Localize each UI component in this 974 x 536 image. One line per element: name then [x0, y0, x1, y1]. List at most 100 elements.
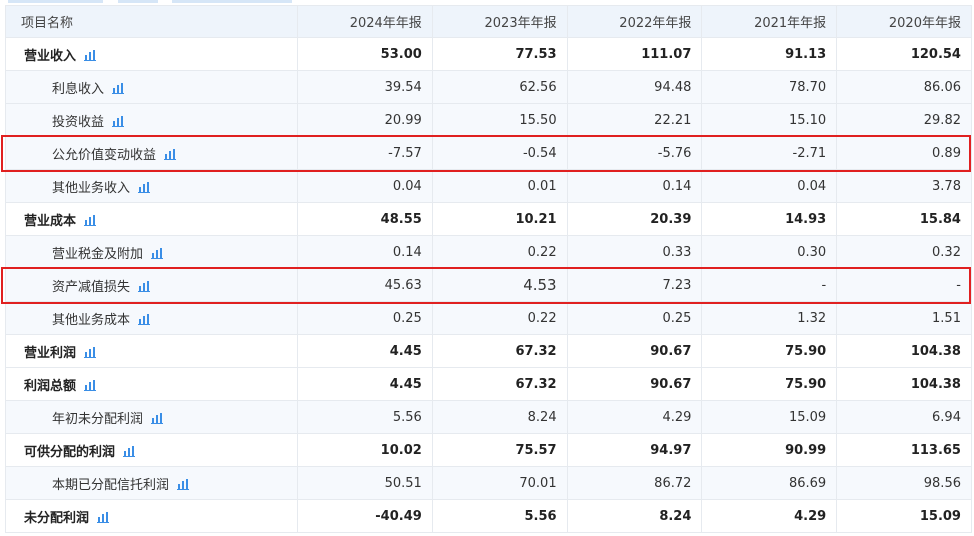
value-cell: 77.53	[431, 37, 568, 71]
value-cell: 4.45	[297, 334, 433, 368]
value-cell: 0.25	[297, 301, 433, 335]
value-cell: 0.01	[431, 169, 568, 203]
value-cell: 14.93	[701, 202, 838, 236]
table-body: 营业收入 53.00 77.53 111.07 91.13 120.54 利息收入 39.54…	[5, 37, 972, 533]
row-label: 未分配利润	[24, 510, 90, 526]
bar-chart-icon[interactable]	[177, 478, 190, 490]
column-header-year: 2022年年报	[566, 5, 703, 38]
bar-chart-icon[interactable]	[84, 214, 97, 226]
value-cell: 0.89	[836, 136, 972, 170]
row-label-cell: 本期已分配信托利润	[5, 466, 298, 500]
tab-underline	[8, 0, 103, 3]
bar-chart-icon[interactable]	[151, 247, 164, 259]
value-cell: 0.22	[431, 235, 568, 269]
table-header-row: 项目名称 2024年年报 2023年年报 2022年年报 2021年年报 2020年年报	[5, 5, 972, 38]
value-cell: 0.22	[431, 301, 568, 335]
value-cell: 104.38	[836, 367, 972, 401]
value-cell: -5.76	[566, 136, 703, 170]
value-cell: 6.94	[836, 400, 972, 434]
table-row: 未分配利润 -40.49 5.56 8.24 4.29 15.09	[5, 499, 972, 533]
table-row: 营业收入 53.00 77.53 111.07 91.13 120.54	[5, 37, 972, 71]
row-label: 其他业务收入	[52, 180, 131, 196]
value-cell: 67.32	[431, 334, 568, 368]
row-label-cell: 未分配利润	[5, 499, 298, 533]
value-cell: 0.32	[836, 235, 972, 269]
bar-chart-icon[interactable]	[112, 115, 125, 127]
value-cell: 86.72	[566, 466, 703, 500]
value-cell: 104.38	[836, 334, 972, 368]
row-label-cell: 营业收入	[5, 37, 298, 71]
value-cell: 5.56	[431, 499, 568, 533]
table-row: 可供分配的利润 10.02 75.57 94.97 90.99 113.65	[5, 433, 972, 467]
value-cell: 45.63	[297, 268, 433, 302]
bar-chart-icon[interactable]	[84, 49, 97, 61]
value-cell: 4.45	[297, 367, 433, 401]
value-cell: 4.53	[431, 268, 568, 302]
value-cell: -7.57	[297, 136, 433, 170]
value-cell: 120.54	[836, 37, 972, 71]
value-cell: 5.56	[297, 400, 433, 434]
value-cell: 20.39	[566, 202, 703, 236]
table-row: 利润总额 4.45 67.32 90.67 75.90 104.38	[5, 367, 972, 401]
value-cell: 10.21	[431, 202, 568, 236]
row-label: 本期已分配信托利润	[52, 477, 170, 493]
bar-chart-icon[interactable]	[164, 148, 177, 160]
value-cell: -40.49	[297, 499, 433, 533]
row-label: 利息收入	[52, 81, 105, 97]
value-cell: 86.06	[836, 70, 972, 104]
value-cell: 15.50	[431, 103, 568, 137]
bar-chart-icon[interactable]	[138, 313, 151, 325]
value-cell: -	[701, 268, 838, 302]
value-cell: 1.32	[701, 301, 838, 335]
column-header-year: 2023年年报	[431, 5, 568, 38]
value-cell: -	[836, 268, 972, 302]
value-cell: 4.29	[701, 499, 838, 533]
row-label: 可供分配的利润	[24, 444, 116, 460]
bar-chart-icon[interactable]	[112, 82, 125, 94]
row-label: 资产减值损失	[52, 279, 131, 295]
value-cell: 50.51	[297, 466, 433, 500]
value-cell: 10.02	[297, 433, 433, 467]
value-cell: 67.32	[431, 367, 568, 401]
value-cell: 90.67	[566, 367, 703, 401]
row-label-cell: 营业成本	[5, 202, 298, 236]
bar-chart-icon[interactable]	[138, 181, 151, 193]
value-cell: 91.13	[701, 37, 838, 71]
bar-chart-icon[interactable]	[97, 511, 110, 523]
row-label-cell: 其他业务成本	[5, 301, 298, 335]
value-cell: 0.30	[701, 235, 838, 269]
value-cell: 4.29	[566, 400, 703, 434]
value-cell: 20.99	[297, 103, 433, 137]
value-cell: 94.48	[566, 70, 703, 104]
value-cell: 0.14	[566, 169, 703, 203]
table-row: 公允价值变动收益 -7.57 -0.54 -5.76 -2.71 0.89	[5, 136, 972, 170]
value-cell: 86.69	[701, 466, 838, 500]
column-header-year: 2020年年报	[836, 5, 972, 38]
value-cell: 75.90	[701, 367, 838, 401]
row-label: 营业利润	[24, 345, 77, 361]
row-label-cell: 利润总额	[5, 367, 298, 401]
value-cell: 113.65	[836, 433, 972, 467]
bar-chart-icon[interactable]	[151, 412, 164, 424]
bar-chart-icon[interactable]	[84, 346, 97, 358]
row-label-cell: 营业税金及附加	[5, 235, 298, 269]
value-cell: -0.54	[431, 136, 568, 170]
value-cell: 0.04	[297, 169, 433, 203]
bar-chart-icon[interactable]	[123, 445, 136, 457]
value-cell: 62.56	[431, 70, 568, 104]
row-label: 投资收益	[52, 114, 105, 130]
row-label: 利润总额	[24, 378, 77, 394]
value-cell: 0.25	[566, 301, 703, 335]
table-row: 营业利润 4.45 67.32 90.67 75.90 104.38	[5, 334, 972, 368]
bar-chart-icon[interactable]	[84, 379, 97, 391]
value-cell: 70.01	[431, 466, 568, 500]
column-header-item-name: 项目名称	[5, 5, 298, 38]
row-label-cell: 其他业务收入	[5, 169, 298, 203]
table-row: 其他业务收入 0.04 0.01 0.14 0.04 3.78	[5, 169, 972, 203]
value-cell: 15.09	[701, 400, 838, 434]
value-cell: 98.56	[836, 466, 972, 500]
value-cell: 15.84	[836, 202, 972, 236]
bar-chart-icon[interactable]	[138, 280, 151, 292]
value-cell: 75.90	[701, 334, 838, 368]
table-row: 本期已分配信托利润 50.51 70.01 86.72 86.69 98.56	[5, 466, 972, 500]
